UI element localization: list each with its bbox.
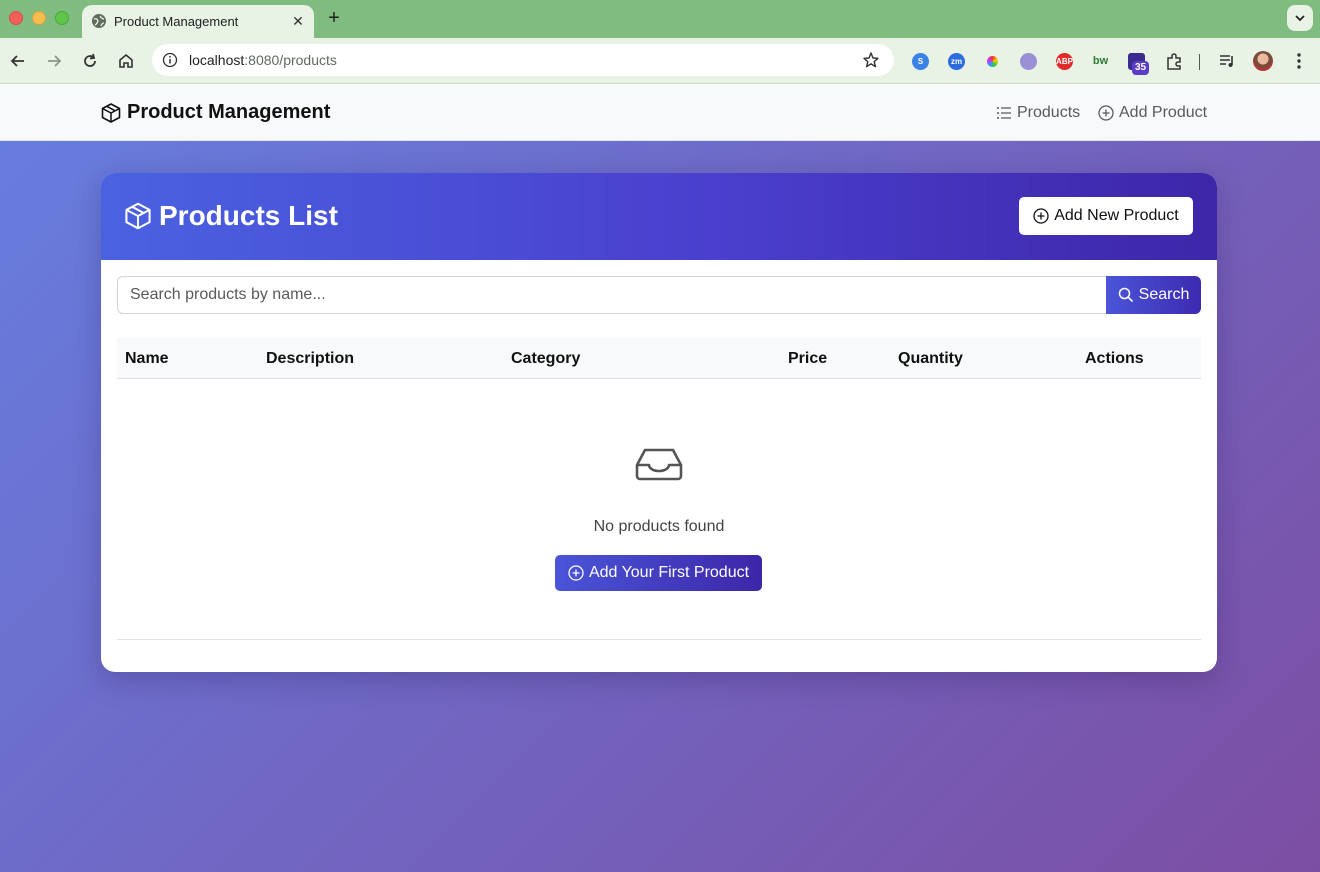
tab-close-icon[interactable]: ✕ (289, 12, 307, 30)
plus-circle-icon (1098, 105, 1114, 121)
extensions-puzzle-icon[interactable] (1164, 51, 1184, 71)
column-header-category[interactable]: Category (511, 350, 580, 368)
search-icon (1118, 287, 1133, 303)
add-first-product-button[interactable]: Add Your First Product (555, 555, 762, 591)
nav-add-product-label: Add Product (1119, 104, 1208, 121)
column-header-description[interactable]: Description (266, 350, 354, 368)
column-header-name[interactable]: Name (125, 350, 169, 368)
media-queue-icon[interactable] (1218, 52, 1236, 70)
toolbar-separator (1199, 54, 1200, 70)
table-bottom-divider (117, 639, 1201, 640)
add-new-product-label: Add New Product (1054, 207, 1179, 224)
inbox-icon (635, 448, 683, 481)
window-close-button[interactable] (9, 11, 23, 25)
tab-title: Product Management (114, 14, 239, 29)
url-path: :8080/products (244, 52, 337, 68)
page-background: Product Management Products Add Product (0, 85, 1320, 872)
brand-title: Product Management (127, 101, 331, 123)
bookmark-star-icon[interactable] (862, 51, 880, 69)
extension-abp-icon[interactable]: ABP (1056, 53, 1073, 70)
add-new-product-button[interactable]: Add New Product (1019, 197, 1193, 235)
window-maximize-button[interactable] (55, 11, 69, 25)
home-icon[interactable] (116, 51, 136, 71)
box-icon (101, 102, 121, 123)
column-header-price[interactable]: Price (788, 350, 827, 368)
address-bar[interactable]: localhost:8080/products (152, 44, 894, 76)
page-title: Products List (123, 200, 338, 232)
browser-tab-strip: Product Management ✕ + (0, 0, 1320, 38)
plus-circle-icon (1033, 208, 1049, 224)
search-button[interactable]: Search (1106, 276, 1201, 314)
extension-s-icon[interactable]: S (912, 53, 929, 70)
chevron-down-icon (1295, 15, 1305, 22)
nav-add-product-link[interactable]: Add Product (1098, 104, 1207, 122)
globe-icon (92, 14, 106, 28)
column-header-quantity[interactable]: Quantity (898, 350, 963, 368)
brand-link[interactable]: Product Management (100, 101, 330, 124)
list-icon (997, 107, 1011, 119)
forward-arrow-icon[interactable] (44, 51, 64, 71)
browser-toolbar: localhost:8080/products S zm ABP bw 35 (0, 38, 1320, 84)
tab-search-button[interactable] (1287, 5, 1313, 31)
column-header-actions: Actions (1085, 350, 1144, 367)
profile-avatar[interactable] (1253, 51, 1273, 71)
plus-circle-icon (568, 565, 584, 581)
new-tab-button[interactable]: + (323, 7, 345, 29)
table-header: Name Description Category Price Quantity… (117, 338, 1201, 379)
extension-badge-count: 35 (1132, 61, 1150, 75)
reload-icon[interactable] (80, 51, 100, 71)
add-first-product-label: Add Your First Product (588, 564, 750, 581)
url-text: localhost:8080/products (189, 52, 337, 68)
box-icon (125, 202, 151, 230)
extension-color-icon[interactable] (984, 53, 1001, 70)
products-card: Products List Add New Product Search Nam… (101, 173, 1217, 672)
app-navbar: Product Management Products Add Product (0, 85, 1320, 141)
extension-bw-icon[interactable]: bw (1092, 53, 1109, 70)
url-host: localhost (189, 52, 245, 68)
more-menu-icon[interactable] (1290, 51, 1308, 71)
card-title-text: Products List (159, 200, 338, 231)
nav-products-link[interactable]: Products (996, 104, 1080, 122)
card-header: Products List Add New Product (101, 173, 1217, 260)
browser-tab-active[interactable]: Product Management ✕ (82, 5, 314, 38)
window-minimize-button[interactable] (32, 11, 46, 25)
search-button-label: Search (1138, 286, 1190, 303)
nav-products-label: Products (1017, 104, 1081, 121)
back-arrow-icon[interactable] (8, 51, 28, 71)
extension-zoom-icon[interactable]: zm (948, 53, 965, 70)
extension-profile-icon[interactable] (1020, 53, 1037, 70)
site-info-icon[interactable] (162, 52, 178, 68)
empty-state-message: No products found (593, 518, 725, 535)
search-input[interactable] (117, 276, 1107, 314)
